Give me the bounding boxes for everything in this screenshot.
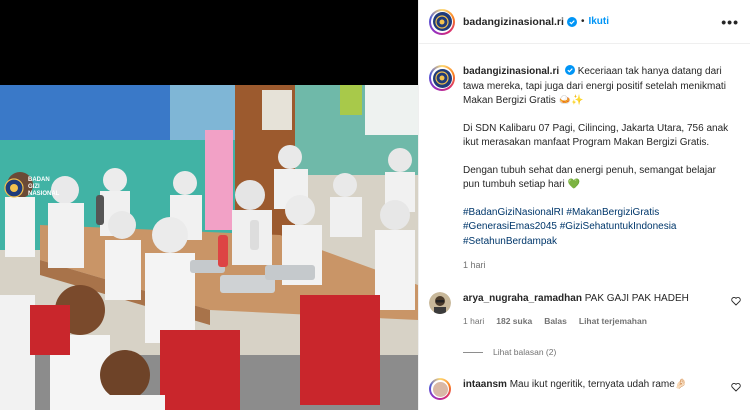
- comment-meta: 1 hari 182 suka Balas Lihat terjemahan: [463, 315, 723, 328]
- verified-badge-icon: [566, 16, 577, 27]
- separator-dot: •: [580, 16, 585, 27]
- view-replies[interactable]: Lihat balasan (2): [463, 347, 556, 357]
- caption-text: badangizinasional.ri Keceriaan tak hanya…: [463, 65, 733, 273]
- more-options-icon[interactable]: •••: [721, 14, 739, 30]
- hashtag-link[interactable]: #MakanBergiziGratis: [566, 207, 659, 218]
- follow-button[interactable]: Ikuti: [588, 16, 609, 27]
- wall-logo: BADAN GIZI NASIONAL: [4, 177, 68, 198]
- heart-outline-icon[interactable]: [731, 382, 741, 392]
- caption-timestamp: 1 hari: [463, 260, 486, 270]
- author-avatar[interactable]: [429, 8, 455, 35]
- caption-author-avatar[interactable]: [429, 65, 455, 91]
- post-sidebar: badangizinasional.ri • Ikuti ••• badangi…: [418, 0, 750, 410]
- commenter-username[interactable]: arya_nugraha_ramadhan: [463, 293, 582, 304]
- agency-emblem-icon: [435, 71, 449, 85]
- caption-paragraph-3: Dengan tubuh sehat dan energi penuh, sem…: [463, 164, 716, 191]
- post-media[interactable]: BADAN GIZI NASIONAL: [0, 0, 418, 410]
- post-caption: badangizinasional.ri Keceriaan tak hanya…: [429, 65, 741, 273]
- heart-outline-icon[interactable]: [731, 296, 741, 306]
- comment-text: Mau ikut ngeritik, ternyata udah rame🤌🏻: [509, 379, 688, 390]
- author-username[interactable]: badangizinasional.ri: [463, 16, 564, 28]
- comment-item: arya_nugraha_ramadhan PAK GAJI PAK HADEH…: [429, 292, 747, 328]
- view-replies-label[interactable]: Lihat balasan (2): [493, 347, 556, 357]
- comment-item: intaansm Mau ikut ngeritik, ternyata uda…: [429, 378, 747, 400]
- hashtag-link[interactable]: #GenerasiEmas2045: [463, 221, 557, 232]
- agency-emblem-icon: [4, 177, 24, 198]
- commenter-avatar[interactable]: [429, 378, 451, 400]
- hashtag-link[interactable]: #SetahunBerdampak: [463, 236, 557, 247]
- comment-body: intaansm Mau ikut ngeritik, ternyata uda…: [463, 378, 723, 400]
- reply-button[interactable]: Balas: [544, 315, 567, 328]
- comment-text: PAK GAJI PAK HADEH: [584, 293, 689, 304]
- verified-badge-icon: [564, 65, 575, 75]
- replies-divider: [463, 351, 483, 353]
- translate-button[interactable]: Lihat terjemahan: [579, 315, 647, 328]
- hashtag-link[interactable]: #BadanGiziNasionalRI: [463, 207, 564, 218]
- hashtag-link[interactable]: #GiziSehatuntukIndonesia: [560, 221, 677, 232]
- agency-emblem-icon: [435, 14, 449, 29]
- commenter-avatar[interactable]: [429, 292, 451, 314]
- wall-logo-text: BADAN GIZI NASIONAL: [28, 177, 60, 197]
- caption-paragraph-2: Di SDN Kalibaru 07 Pagi, Cilincing, Jaka…: [463, 122, 729, 149]
- caption-hashtags: #BadanGiziNasionalRI #MakanBergiziGratis…: [463, 206, 733, 250]
- comment-time: 1 hari: [463, 316, 485, 326]
- post-header: badangizinasional.ri • Ikuti •••: [419, 0, 750, 44]
- commenter-username[interactable]: intaansm: [463, 379, 507, 390]
- post-photo: BADAN GIZI NASIONAL: [0, 85, 418, 410]
- comment-body: arya_nugraha_ramadhan PAK GAJI PAK HADEH…: [463, 292, 723, 328]
- caption-username[interactable]: badangizinasional.ri: [463, 66, 559, 77]
- comment-likes[interactable]: 182 suka: [496, 315, 532, 328]
